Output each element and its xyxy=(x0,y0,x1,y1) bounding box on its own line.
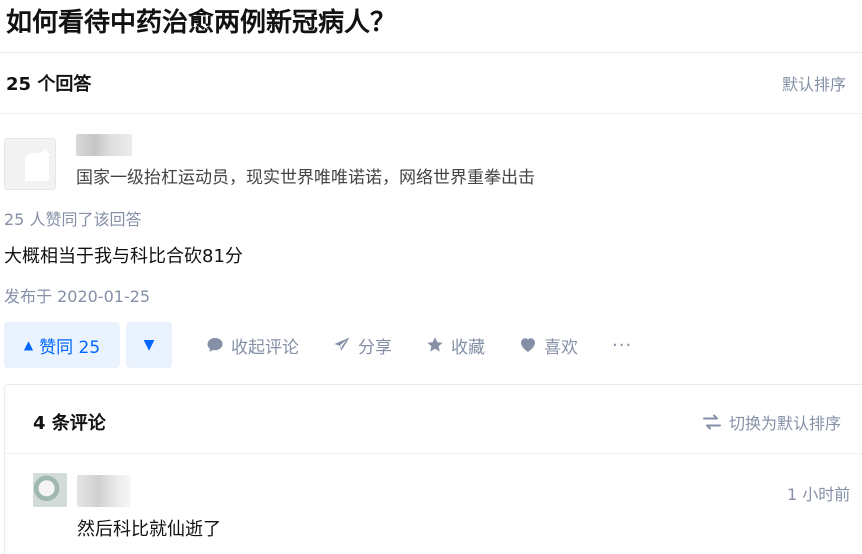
comment-time: 1 小时前 xyxy=(787,485,851,504)
answers-count: 25 个回答 xyxy=(6,74,92,95)
comments-divider xyxy=(5,453,862,454)
triangle-down-icon: ▼ xyxy=(143,337,155,353)
question-title: 如何看待中药治愈两例新冠病人？ xyxy=(6,8,397,38)
downvote-button[interactable]: ▼ xyxy=(126,322,172,368)
star-icon xyxy=(427,337,443,352)
comment-author[interactable] xyxy=(77,475,131,507)
upvote-button[interactable]: ▲ 赞同 25 xyxy=(4,322,120,368)
collapse-comments-button[interactable]: 收起评论 xyxy=(206,333,299,358)
more-button[interactable]: ··· xyxy=(612,335,632,356)
comments-panel: 4 条评论 切换为默认排序 1 小时前 然后科比就仙逝了 xyxy=(4,384,862,554)
title-divider xyxy=(0,52,862,53)
upvote-label: 赞同 25 xyxy=(39,337,101,358)
author-name[interactable] xyxy=(76,134,132,156)
swap-arrows-icon xyxy=(703,414,721,430)
heart-icon xyxy=(521,338,535,352)
author-avatar[interactable] xyxy=(4,138,56,190)
comment-bubble-icon xyxy=(207,338,223,352)
answer-actions: ▲ 赞同 25 ▼ 收起评论 分享 收藏 喜欢 ··· xyxy=(4,322,632,368)
comment-avatar[interactable] xyxy=(33,473,67,507)
collapse-comments-label: 收起评论 xyxy=(231,337,299,358)
author-headline: 国家一级抬杠运动员，现实世界唯唯诺诺，网络世界重拳出击 xyxy=(76,168,535,188)
triangle-up-icon: ▲ xyxy=(23,338,34,352)
favorite-label: 收藏 xyxy=(451,337,485,358)
answer-content: 大概相当于我与科比合砍81分 xyxy=(4,246,243,267)
like-button[interactable]: 喜欢 xyxy=(519,333,578,358)
share-button[interactable]: 分享 xyxy=(333,333,392,358)
answers-sort-button[interactable]: 默认排序 xyxy=(782,71,846,95)
comments-count: 4 条评论 xyxy=(33,413,106,434)
vote-summary: 25 人赞同了该回答 xyxy=(4,210,142,229)
answers-header-divider xyxy=(0,113,862,114)
publish-time[interactable]: 发布于 2020-01-25 xyxy=(4,283,150,307)
favorite-button[interactable]: 收藏 xyxy=(426,333,485,358)
comment-text: 然后科比就仙逝了 xyxy=(77,519,221,540)
share-label: 分享 xyxy=(358,337,392,358)
like-label: 喜欢 xyxy=(544,337,578,358)
paper-plane-icon xyxy=(334,337,350,351)
comments-sort-toggle[interactable]: 切换为默认排序 xyxy=(703,410,841,434)
comments-sort-label: 切换为默认排序 xyxy=(729,414,842,433)
